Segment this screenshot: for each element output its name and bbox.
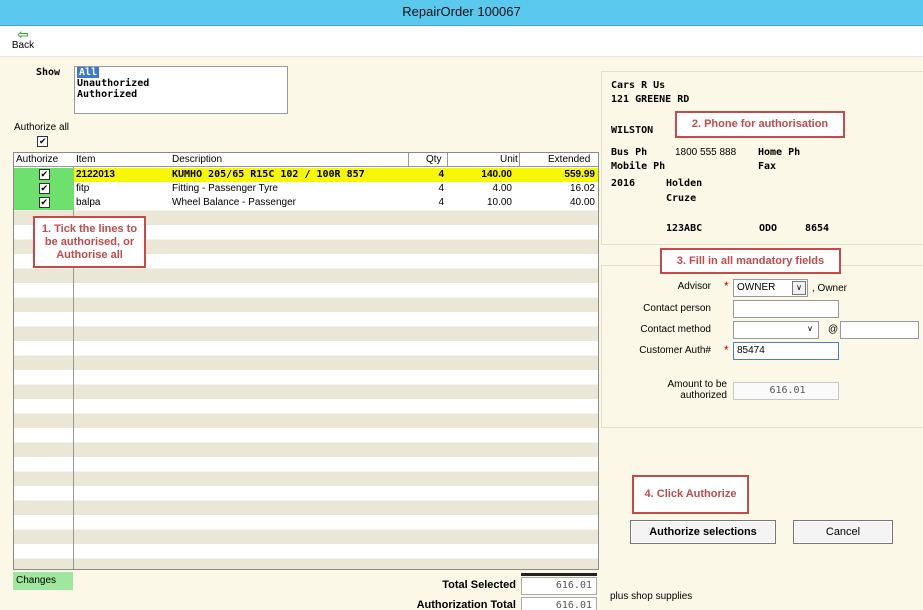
- customer-name: Cars R Us: [611, 80, 666, 91]
- vehicle-make: Holden: [666, 178, 703, 189]
- contact-person-label: Contact person: [643, 303, 711, 314]
- col-description[interactable]: Description: [172, 154, 222, 165]
- authorization-grid: Authorize Item Description Qty Unit Exte…: [13, 152, 599, 570]
- back-arrow-icon: ⇦: [17, 26, 29, 42]
- table-row[interactable]: balpa Wheel Balance - Passenger 4 10.00 …: [14, 196, 598, 210]
- vehicle-model: Cruze: [666, 193, 697, 204]
- row-unit: 10.00: [486, 197, 512, 208]
- row-unit: 140.00: [481, 169, 512, 180]
- total-selected-value: 616.01: [521, 577, 597, 595]
- customer-card: Cars R Us 121 GREENE RD WILSTON Bus Ph 1…: [601, 71, 923, 245]
- window-title: RepairOrder 100067: [0, 0, 923, 26]
- show-option-authorized[interactable]: Authorized: [75, 89, 287, 100]
- callout-click-authorize: 4. Click Authorize: [632, 475, 749, 514]
- show-option-unauthorized[interactable]: Unauthorized: [75, 78, 287, 89]
- col-unit[interactable]: Unit: [500, 154, 518, 165]
- row-authorize-cell[interactable]: [14, 182, 74, 196]
- advisor-required-marker: *: [724, 279, 729, 293]
- row-extended: 40.00: [569, 197, 595, 208]
- row-item: 2122013: [76, 169, 115, 180]
- advisor-select[interactable]: OWNER ∨: [733, 279, 808, 297]
- authorization-total-label: Authorization Total: [416, 599, 516, 610]
- advisor-label: Advisor: [677, 281, 711, 292]
- vehicle-rego: 123ABC: [666, 223, 703, 234]
- col-item[interactable]: Item: [76, 154, 95, 165]
- row-description: Fitting - Passenger Tyre: [172, 183, 278, 194]
- customer-address: 121 GREENE RD: [611, 94, 690, 105]
- row-authorize-checkbox[interactable]: [38, 169, 50, 180]
- odometer-label: ODO: [759, 223, 778, 234]
- toolbar: ⇦ Back: [0, 26, 923, 57]
- grid-header: Authorize Item Description Qty Unit Exte…: [14, 153, 598, 167]
- customer-auth-field[interactable]: 85474: [733, 342, 839, 360]
- fax-label: Fax: [758, 161, 777, 172]
- back-label: Back: [11, 40, 35, 51]
- row-qty: 4: [438, 197, 444, 208]
- customer-auth-required-marker: *: [724, 343, 729, 357]
- contact-person-field[interactable]: [733, 300, 839, 318]
- at-sign: @: [828, 324, 839, 335]
- row-description: Wheel Balance - Passenger: [172, 197, 296, 208]
- row-extended: 16.02: [569, 183, 595, 194]
- contact-method-select[interactable]: ∨: [733, 321, 819, 339]
- row-extended: 559.99: [564, 169, 595, 180]
- row-authorize-checkbox[interactable]: [38, 183, 50, 194]
- contact-method-label: Contact method: [640, 324, 711, 335]
- col-extended[interactable]: Extended: [548, 154, 590, 165]
- back-button[interactable]: ⇦ Back: [6, 26, 40, 56]
- row-item: fitp: [76, 183, 90, 194]
- bus-phone-value: 1800 555 888: [675, 147, 737, 158]
- changes-indicator: Changes: [13, 572, 73, 590]
- col-qty[interactable]: Qty: [426, 154, 442, 165]
- shop-supplies-note: plus shop supplies: [610, 591, 693, 602]
- row-description: KUMHO 205/65 R15C 102 / 100R 857: [172, 169, 365, 180]
- callout-tick-lines: 1. Tick the lines to be authorised, or A…: [33, 216, 146, 268]
- row-unit: 4.00: [492, 183, 512, 194]
- chevron-down-icon[interactable]: ∨: [803, 323, 817, 337]
- col-authorize[interactable]: Authorize: [16, 154, 58, 165]
- row-authorize-cell[interactable]: [14, 196, 74, 210]
- row-authorize-checkbox[interactable]: [38, 197, 50, 208]
- advisor-suffix: , Owner: [812, 283, 848, 294]
- cancel-button[interactable]: Cancel: [793, 520, 893, 544]
- authorize-all-label: Authorize all: [14, 122, 70, 133]
- contact-email-field[interactable]: [840, 321, 919, 339]
- total-selected-label: Total Selected: [442, 579, 516, 591]
- table-row[interactable]: 2122013 KUMHO 205/65 R15C 102 / 100R 857…: [14, 168, 598, 182]
- customer-auth-label: Customer Auth#: [639, 345, 711, 356]
- authorize-all-checkbox[interactable]: [37, 136, 48, 147]
- authorization-total-value: 616.01: [521, 597, 597, 610]
- bus-phone-label: Bus Ph: [611, 147, 648, 158]
- row-qty: 4: [438, 169, 444, 180]
- amount-label: Amount to be authorized: [667, 379, 727, 401]
- authorization-form: Advisor * OWNER ∨ , Owner Contact person…: [601, 265, 923, 428]
- show-label: Show: [36, 67, 61, 78]
- home-phone-label: Home Ph: [758, 147, 801, 158]
- show-listbox[interactable]: All Unauthorized Authorized: [74, 66, 288, 114]
- show-option-all[interactable]: All: [75, 67, 287, 78]
- row-item: balpa: [76, 197, 101, 208]
- mobile-phone-label: Mobile Ph: [611, 161, 666, 172]
- customer-city: WILSTON: [611, 125, 654, 136]
- chevron-down-icon[interactable]: ∨: [792, 281, 806, 295]
- odometer-value: 8654: [805, 223, 830, 234]
- authorize-selections-button[interactable]: Authorize selections: [630, 520, 776, 544]
- table-row[interactable]: fitp Fitting - Passenger Tyre 4 4.00 16.…: [14, 182, 598, 196]
- row-authorize-cell[interactable]: [14, 168, 74, 182]
- amount-field: 616.01: [733, 382, 839, 400]
- vehicle-year: 2016: [611, 178, 636, 189]
- row-qty: 4: [438, 183, 444, 194]
- callout-phone: 2. Phone for authorisation: [675, 111, 845, 138]
- advisor-select-value: OWNER: [737, 282, 776, 293]
- callout-mandatory-fields: 3. Fill in all mandatory fields: [660, 248, 841, 274]
